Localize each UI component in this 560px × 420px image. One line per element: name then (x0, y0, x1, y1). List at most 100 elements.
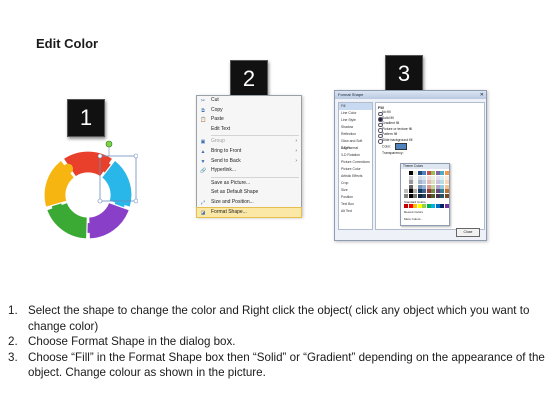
category-item[interactable]: Picture Corrections (339, 159, 372, 166)
menu-item-set-as-default-shape[interactable]: Set as Default Shape (197, 188, 301, 198)
fill-option[interactable]: Slide background fill (376, 138, 484, 144)
color-swatch[interactable] (404, 204, 408, 208)
menu-item-bring-to-front[interactable]: ▲ Bring to Front › (197, 147, 301, 157)
color-swatch[interactable] (440, 180, 444, 184)
color-swatch[interactable] (435, 180, 440, 184)
resize-handle-nw[interactable] (97, 153, 103, 159)
menu-item-size-and-position[interactable]: ⤢ Size and Position... (197, 198, 301, 208)
radio-icon[interactable] (378, 139, 383, 144)
color-swatch[interactable] (404, 189, 408, 193)
category-item[interactable]: Picture Color (339, 166, 372, 173)
color-picker-button[interactable] (395, 143, 407, 150)
category-item[interactable]: 3-D Format (339, 145, 372, 152)
color-swatch[interactable] (426, 189, 431, 193)
category-item[interactable]: Line Style (339, 117, 372, 124)
menu-item-edit-text[interactable]: Edit Text (197, 125, 301, 135)
color-swatch[interactable] (404, 193, 408, 198)
color-swatch[interactable] (417, 204, 422, 208)
menu-item-send-to-back[interactable]: ▼ Send to Back › (197, 157, 301, 167)
color-swatch[interactable] (431, 204, 435, 208)
color-swatch[interactable] (435, 204, 440, 208)
color-swatch[interactable] (417, 184, 422, 189)
color-swatch[interactable] (444, 175, 449, 180)
color-swatch[interactable] (435, 175, 440, 180)
category-item[interactable]: Crop (339, 180, 372, 187)
color-swatch[interactable] (408, 184, 413, 189)
color-swatch[interactable] (431, 193, 435, 198)
color-swatch[interactable] (444, 193, 449, 198)
menu-item-format-shape[interactable]: ◪ Format Shape... (196, 206, 302, 219)
color-swatch[interactable] (413, 184, 417, 189)
category-item[interactable]: Size (339, 187, 372, 194)
color-swatch[interactable] (417, 193, 422, 198)
color-swatch[interactable] (417, 171, 422, 175)
category-item[interactable]: Artistic Effects (339, 173, 372, 180)
menu-item-hyperlink[interactable]: 🔗 Hyperlink... (197, 166, 301, 176)
color-swatch[interactable] (422, 175, 426, 180)
color-swatch[interactable] (444, 180, 449, 184)
color-swatch[interactable] (404, 184, 408, 189)
color-swatch[interactable] (435, 189, 440, 193)
color-swatch[interactable] (413, 171, 417, 175)
puzzle-ring-shape[interactable] (38, 132, 138, 250)
category-item[interactable]: Glow and Soft Edges (339, 138, 372, 150)
color-swatch[interactable] (413, 180, 417, 184)
color-swatch[interactable] (422, 193, 426, 198)
menu-item-cut[interactable]: ✂ Cut (197, 96, 301, 106)
menu-item-copy[interactable]: ⧉ Copy (197, 106, 301, 116)
color-swatch[interactable] (426, 175, 431, 180)
color-swatch[interactable] (422, 184, 426, 189)
menu-item-group[interactable]: ▣ Group › (197, 137, 301, 147)
category-item[interactable]: Shadow (339, 124, 372, 131)
color-swatch[interactable] (408, 204, 413, 208)
color-swatch[interactable] (413, 204, 417, 208)
color-swatch[interactable] (440, 171, 444, 175)
category-item[interactable]: 3-D Rotation (339, 152, 372, 159)
color-swatch[interactable] (426, 204, 431, 208)
color-swatch[interactable] (417, 189, 422, 193)
color-swatch[interactable] (422, 189, 426, 193)
color-swatch[interactable] (426, 193, 431, 198)
color-swatch[interactable] (404, 175, 408, 180)
color-swatch[interactable] (408, 193, 413, 198)
color-swatch[interactable] (408, 189, 413, 193)
resize-handle-ne[interactable] (133, 153, 138, 159)
color-swatch[interactable] (440, 204, 444, 208)
rotation-handle[interactable] (105, 140, 113, 148)
color-swatch[interactable] (444, 184, 449, 189)
resize-handle-se[interactable] (133, 198, 138, 204)
color-swatch[interactable] (417, 175, 422, 180)
color-swatch[interactable] (444, 189, 449, 193)
color-swatch[interactable] (440, 184, 444, 189)
color-swatch[interactable] (444, 171, 449, 175)
color-swatch[interactable] (426, 180, 431, 184)
category-item[interactable]: Text Box (339, 201, 372, 208)
category-item[interactable]: Reflection (339, 131, 372, 138)
menu-item-paste[interactable]: 📋 Paste (197, 115, 301, 125)
more-colors-link[interactable]: More Colors... (404, 217, 423, 221)
close-button[interactable]: Close (456, 228, 480, 237)
color-swatch[interactable] (431, 184, 435, 189)
color-swatch[interactable] (426, 184, 431, 189)
color-swatch[interactable] (404, 171, 408, 175)
color-swatch[interactable] (422, 180, 426, 184)
color-swatch[interactable] (404, 180, 408, 184)
color-swatch[interactable] (417, 180, 422, 184)
color-swatch[interactable] (440, 175, 444, 180)
color-swatch[interactable] (413, 189, 417, 193)
resize-handle-sw[interactable] (97, 198, 103, 204)
color-swatch[interactable] (413, 175, 417, 180)
color-swatch[interactable] (440, 189, 444, 193)
color-swatch[interactable] (435, 171, 440, 175)
category-item[interactable]: Fill (339, 103, 372, 110)
category-item[interactable]: Alt Text (339, 208, 372, 215)
color-swatch[interactable] (422, 171, 426, 175)
color-swatch[interactable] (422, 204, 426, 208)
menu-item-save-as-picture[interactable]: Save as Picture... (197, 179, 301, 189)
color-swatch[interactable] (435, 184, 440, 189)
color-swatch[interactable] (408, 180, 413, 184)
color-swatch[interactable] (413, 193, 417, 198)
close-icon[interactable]: ✕ (480, 91, 484, 99)
color-swatch[interactable] (435, 193, 440, 198)
color-swatch[interactable] (408, 171, 413, 175)
